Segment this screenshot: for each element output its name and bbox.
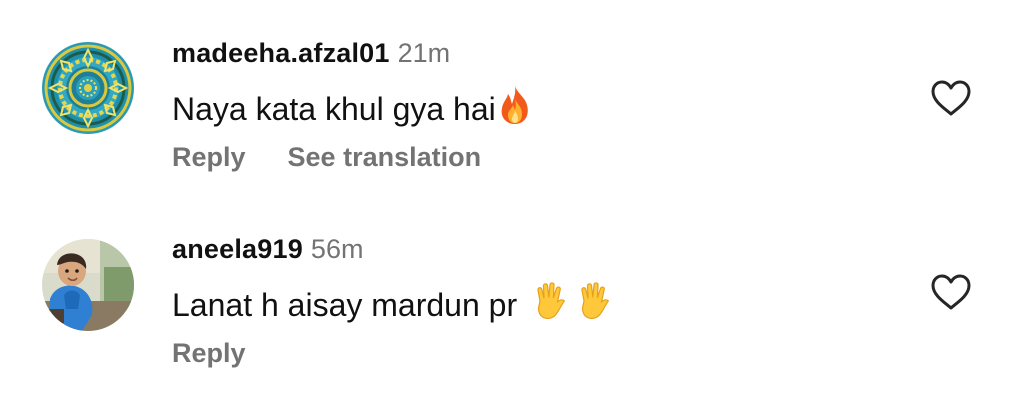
avatar[interactable] — [42, 239, 134, 331]
timestamp: 21m — [397, 38, 451, 68]
comment-actions: Reply See translation — [172, 142, 523, 173]
see-translation-button[interactable]: See translation — [288, 142, 482, 173]
comment-text: Lanat h aisay mardun pr — [172, 286, 518, 323]
avatar[interactable] — [42, 42, 134, 134]
comment-header: aneela919 56m — [172, 234, 363, 268]
comment-text-row: Lanat h aisay mardun pr — [172, 282, 613, 328]
like-button[interactable] — [930, 273, 972, 311]
username-link[interactable]: aneela919 — [172, 234, 303, 265]
heart-outline-icon — [931, 80, 971, 116]
comment-header: madeeha.afzal01 21m — [172, 38, 450, 72]
comment-actions: Reply — [172, 338, 288, 369]
comment-text-row: Naya kata khul gya hai — [172, 86, 532, 132]
reply-button[interactable]: Reply — [172, 142, 246, 173]
avatar-mandala-image — [42, 42, 134, 134]
timestamp: 56m — [310, 234, 364, 264]
comment-text: Naya kata khul gya hai — [172, 90, 496, 127]
like-button[interactable] — [930, 79, 972, 117]
avatar-photo-image — [42, 239, 134, 331]
username-link[interactable]: madeeha.afzal01 — [172, 38, 390, 69]
reply-button[interactable]: Reply — [172, 338, 246, 369]
heart-outline-icon — [931, 274, 971, 310]
raised-hand-emoji-icon — [531, 281, 569, 329]
raised-hand-emoji-icon — [575, 281, 613, 329]
fire-emoji-icon — [498, 85, 532, 133]
